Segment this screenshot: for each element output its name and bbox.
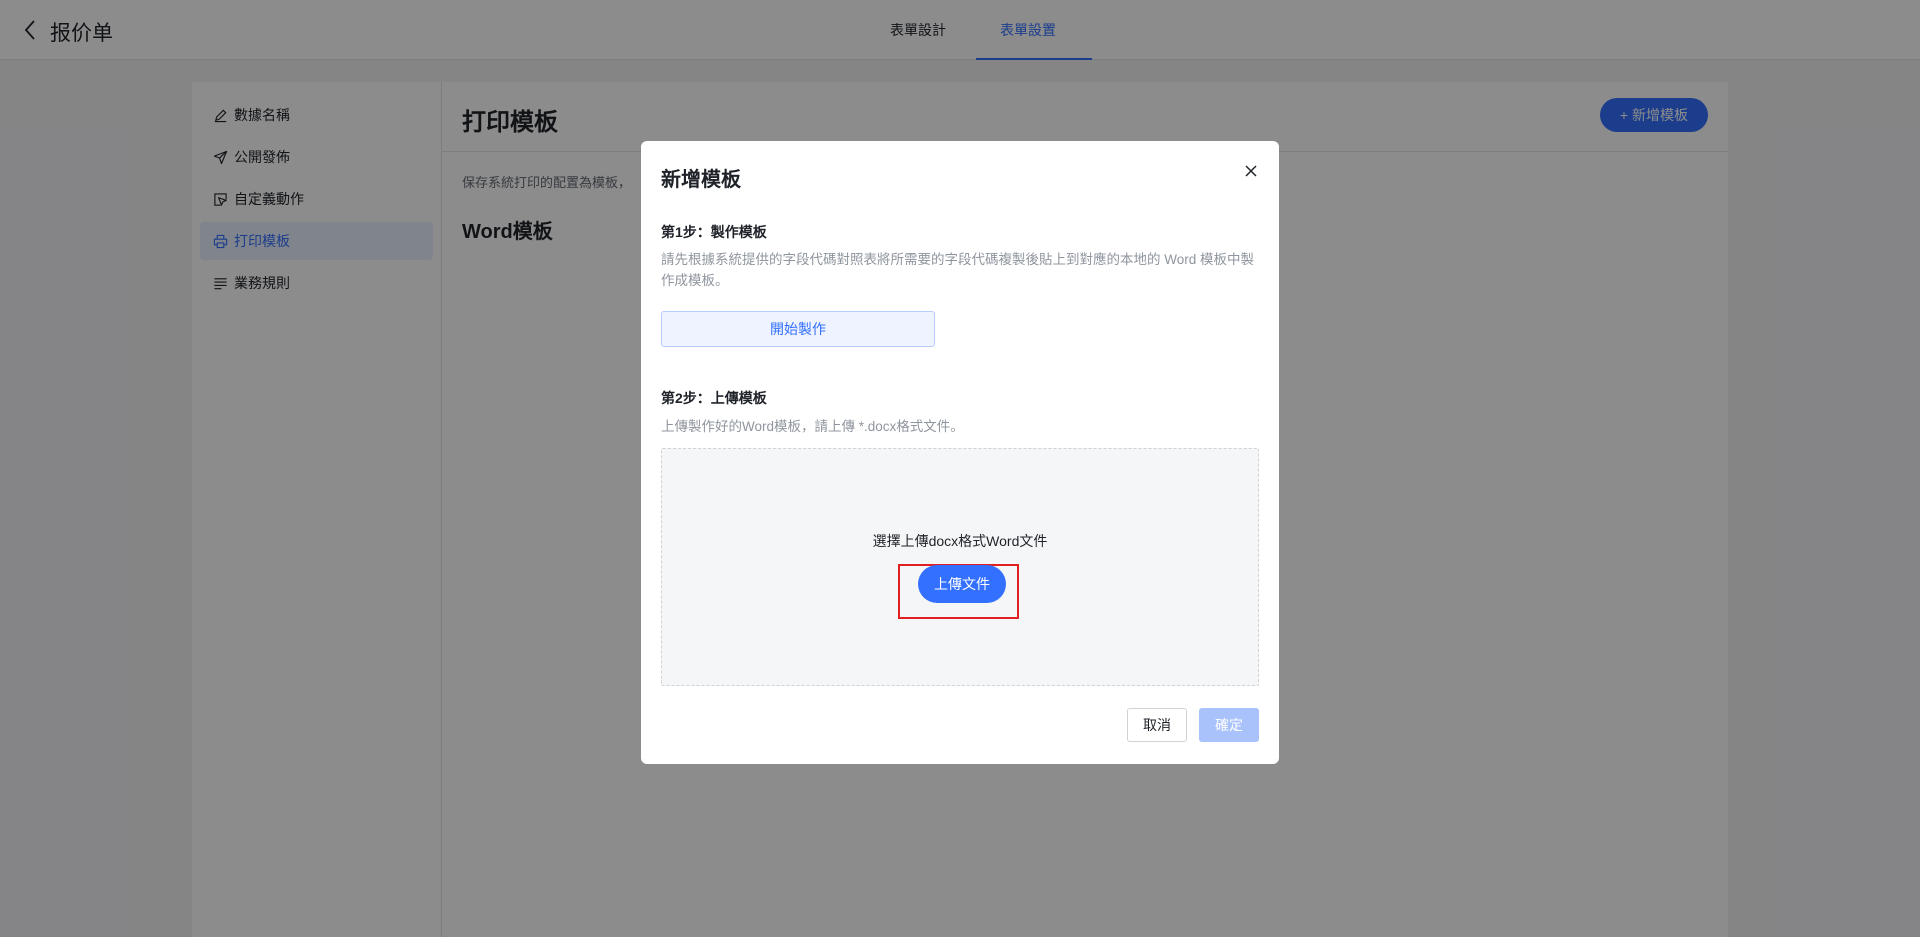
- confirm-button[interactable]: 確定: [1199, 708, 1259, 742]
- upload-file-button[interactable]: 上傳文件: [918, 565, 1006, 603]
- dialog-title: 新增模板: [661, 169, 741, 191]
- dropzone-text: 選擇上傳docx格式Word文件: [872, 533, 1048, 549]
- cancel-button[interactable]: 取消: [1127, 708, 1187, 742]
- step2-description: 上傳製作好的Word模板，請上傳 *.docx格式文件。: [661, 419, 964, 434]
- add-template-dialog: 新增模板 第1步：製作模板 請先根據系統提供的字段代碼對照表將所需要的字段代碼複…: [641, 141, 1279, 764]
- start-making-button[interactable]: 開始製作: [661, 311, 935, 347]
- close-icon: [1245, 165, 1257, 177]
- step1-description: 請先根據系統提供的字段代碼對照表將所需要的字段代碼複製後貼上到對應的本地的 Wo…: [661, 252, 1255, 288]
- close-button[interactable]: [1241, 161, 1261, 181]
- step2-title: 第2步：上傳模板: [661, 390, 767, 406]
- upload-dropzone[interactable]: 選擇上傳docx格式Word文件 上傳文件: [661, 448, 1259, 686]
- step1-title: 第1步：製作模板: [661, 224, 767, 240]
